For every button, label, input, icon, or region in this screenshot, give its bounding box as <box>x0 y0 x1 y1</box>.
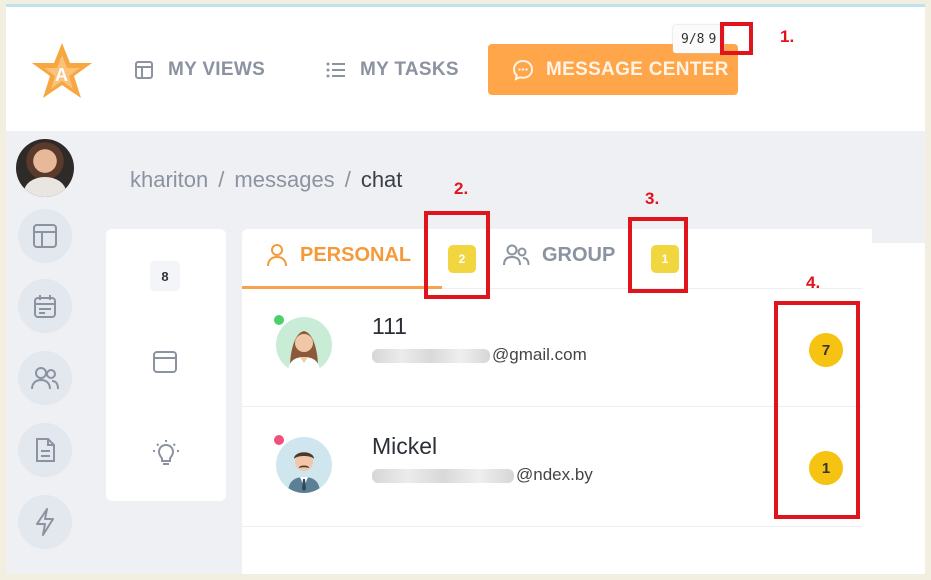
contact-avatar <box>276 317 332 373</box>
nav-my-tasks-label: MY TASKS <box>360 59 459 80</box>
chat-bubble-icon <box>512 59 534 81</box>
sidebar-layout-button[interactable] <box>18 209 72 263</box>
app-window: A MY VIEWS MY TASKS MESSAGE CENTER 9/8 9… <box>6 4 925 574</box>
user-icon <box>267 244 287 267</box>
breadcrumb-item-chat: chat <box>360 167 403 192</box>
chat-filter-panel: 8 <box>106 229 226 501</box>
sidebar-users-button[interactable] <box>18 351 72 405</box>
calendar-icon <box>34 295 56 318</box>
redacted-email-part <box>372 468 514 483</box>
contact-avatar <box>276 437 332 493</box>
chat-tabs: PERSONAL 2 GROUP 1 <box>242 229 862 289</box>
tab-group-label: GROUP <box>542 243 616 266</box>
annotation-box-3 <box>628 217 688 293</box>
email-at: @ <box>492 345 510 364</box>
user-avatar[interactable] <box>16 139 74 197</box>
annotation-box-2 <box>424 211 490 299</box>
notification-counter: 9/8 9 <box>673 25 725 53</box>
logo-star-icon[interactable]: A <box>30 41 94 101</box>
sidebar-calendar-button[interactable] <box>18 279 72 333</box>
annotation-label-1: 1. <box>780 27 795 46</box>
nav-my-views[interactable]: MY VIEWS <box>134 55 265 85</box>
document-icon <box>36 438 55 462</box>
breadcrumb: khariton / messages / chat <box>130 167 402 193</box>
chat-row[interactable]: Mickel @ndex.by 1 <box>242 409 862 527</box>
top-bar: A MY VIEWS MY TASKS MESSAGE CENTER 9/8 9… <box>6 7 925 131</box>
tab-personal[interactable]: PERSONAL <box>266 243 411 267</box>
lightning-icon <box>36 508 54 536</box>
email-domain: ndex.by <box>533 465 593 484</box>
breadcrumb-item-messages[interactable]: messages <box>234 167 334 192</box>
tab-personal-label: PERSONAL <box>300 243 412 266</box>
breadcrumb-separator: / <box>218 167 225 192</box>
message-center-label: MESSAGE CENTER <box>546 58 729 80</box>
annotation-label-2: 2. <box>454 179 469 198</box>
breadcrumb-item-user[interactable]: khariton <box>130 167 208 192</box>
redacted-email-part <box>372 348 490 363</box>
contact-email: @ndex.by <box>372 465 593 485</box>
svg-text:A: A <box>55 65 68 85</box>
counter-text: 9/8 <box>681 31 705 47</box>
sidebar <box>6 131 90 574</box>
chat-row[interactable]: 111 @gmail.com 7 <box>242 289 862 407</box>
nav-my-views-label: MY VIEWS <box>168 59 266 80</box>
layout-icon <box>135 61 153 79</box>
counter-highlight: 9 <box>708 31 717 47</box>
contact-name: 111 <box>372 313 407 339</box>
annotation-box-1 <box>720 22 753 55</box>
window-icon[interactable] <box>152 349 178 375</box>
tab-group[interactable]: GROUP <box>502 243 615 267</box>
sidebar-documents-button[interactable] <box>18 423 72 477</box>
contact-name: Mickel <box>372 433 438 459</box>
annotation-label-4: 4. <box>806 273 821 292</box>
woman-avatar-icon <box>288 331 320 373</box>
group-icon <box>503 244 530 266</box>
email-at: @ <box>516 465 534 484</box>
email-domain: gmail.com <box>509 345 587 364</box>
sidebar-automation-button[interactable] <box>18 495 72 549</box>
users-icon <box>31 367 59 390</box>
list-icon <box>326 62 345 78</box>
annotation-box-4 <box>774 301 860 519</box>
lightbulb-icon[interactable] <box>152 439 180 469</box>
man-avatar-icon <box>288 452 320 493</box>
left-panel-count-badge[interactable]: 8 <box>150 261 180 291</box>
breadcrumb-separator: / <box>344 167 351 192</box>
chat-detail-panel <box>864 243 925 574</box>
contact-email: @gmail.com <box>372 345 587 365</box>
layout-icon <box>33 224 57 248</box>
nav-my-tasks[interactable]: MY TASKS <box>326 55 459 85</box>
annotation-label-3: 3. <box>645 189 660 208</box>
